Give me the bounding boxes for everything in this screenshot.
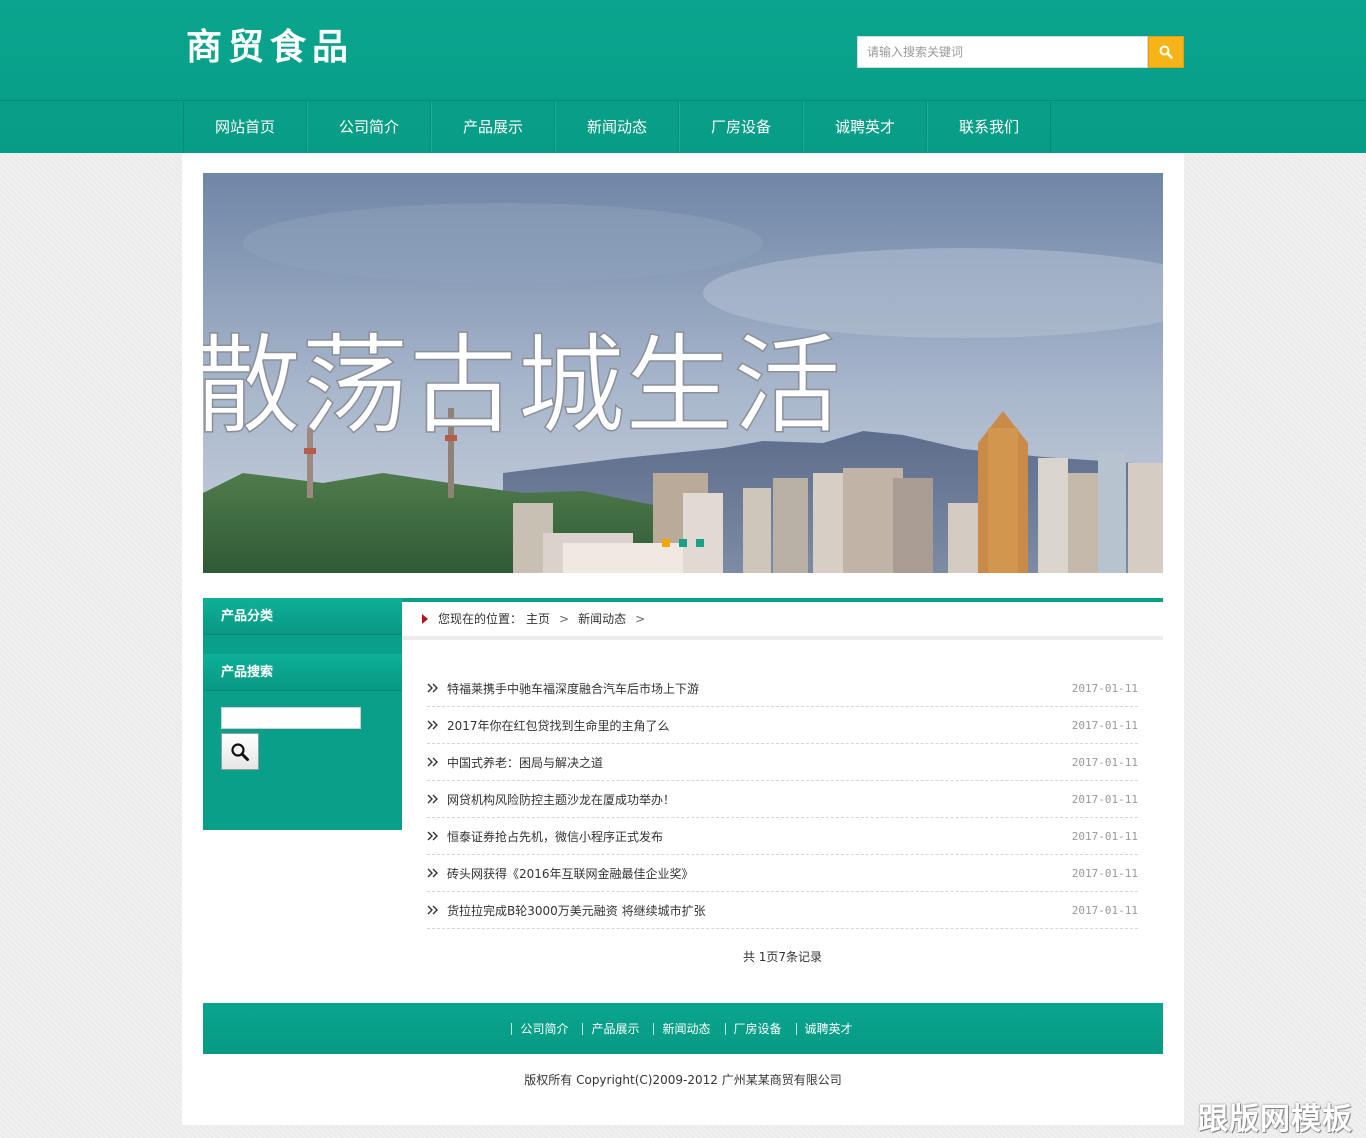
news-date: 2017-01-11: [1071, 829, 1138, 843]
news-date: 2017-01-11: [1071, 792, 1138, 806]
footer-link-equipment[interactable]: 厂房设备: [724, 1022, 790, 1035]
site-logo[interactable]: 商贸食品: [186, 24, 354, 70]
breadcrumb-home[interactable]: 主页: [526, 602, 550, 636]
news-item: 砖头网获得《2016年互联网金融最佳企业奖》 2017-01-11: [427, 855, 1138, 892]
sidebar-search-title: 产品搜索: [203, 654, 402, 691]
double-chevron-icon: [427, 794, 441, 804]
banner-headline: 散荡古城生活: [203, 324, 841, 449]
news-date: 2017-01-11: [1071, 903, 1138, 917]
news-title[interactable]: 特福莱携手中驰车福深度融合汽车后市场上下游: [447, 680, 699, 697]
breadcrumb: 您现在的位置： 主页 > 新闻动态 >: [422, 602, 654, 636]
news-list: 特福莱携手中驰车福深度融合汽车后市场上下游 2017-01-11 2017年你在…: [427, 670, 1138, 929]
header-search-button[interactable]: [1148, 36, 1184, 68]
nav-item-careers[interactable]: 诚聘英才: [803, 102, 927, 153]
news-title[interactable]: 货拉拉完成B轮3000万美元融资 将继续城市扩张: [447, 902, 706, 919]
pagination-info: 共 1页7条记录: [742, 950, 823, 964]
double-chevron-icon: [427, 905, 441, 915]
footer-nav: 公司简介 产品展示 新闻动态 厂房设备 诚聘英才: [203, 1003, 1163, 1054]
breadcrumb-separator: >: [559, 612, 570, 626]
breadcrumb-separator: >: [635, 612, 646, 626]
double-chevron-icon: [427, 831, 441, 841]
product-search-button[interactable]: [221, 733, 259, 770]
breadcrumb-news[interactable]: 新闻动态: [578, 602, 626, 636]
header-top: 商贸食品: [0, 0, 1366, 101]
banner-dot-1[interactable]: [662, 539, 670, 547]
banner-dot-2[interactable]: [679, 539, 687, 547]
banner-image: 散荡古城生活: [203, 173, 1163, 573]
news-date: 2017-01-11: [1071, 866, 1138, 880]
banner-dot-3[interactable]: [696, 539, 704, 547]
news-item: 特福莱携手中驰车福深度融合汽车后市场上下游 2017-01-11: [427, 670, 1138, 707]
news-item: 2017年你在红包贷找到生命里的主角了么 2017-01-11: [427, 707, 1138, 744]
main-content: 您现在的位置： 主页 > 新闻动态 > 特福莱携手中驰车福深度融合汽车后市场上下…: [402, 598, 1163, 998]
sidebar: 产品分类 产品搜索: [203, 598, 402, 830]
news-date: 2017-01-11: [1071, 681, 1138, 695]
news-title[interactable]: 恒泰证券抢占先机，微信小程序正式发布: [447, 828, 663, 845]
nav-item-news[interactable]: 新闻动态: [555, 102, 679, 153]
news-title[interactable]: 砖头网获得《2016年互联网金融最佳企业奖》: [447, 865, 694, 882]
double-chevron-icon: [427, 868, 441, 878]
news-item: 中国式养老：困局与解决之道 2017-01-11: [427, 744, 1138, 781]
copyright: 版权所有 Copyright(C)2009-2012 广州某某商贸有限公司: [524, 1073, 842, 1087]
product-search-input[interactable]: [221, 707, 361, 729]
double-chevron-icon: [427, 720, 441, 730]
news-title[interactable]: 2017年你在红包贷找到生命里的主角了么: [447, 717, 670, 734]
news-item: 货拉拉完成B轮3000万美元融资 将继续城市扩张 2017-01-11: [427, 892, 1138, 929]
site-header: 商贸食品 网站首页 公司简介 产品展示 新闻动态 厂房设备 诚聘英才 联系我们: [0, 0, 1366, 153]
footer-link-news[interactable]: 新闻动态: [653, 1022, 718, 1035]
news-item: 恒泰证券抢占先机，微信小程序正式发布 2017-01-11: [427, 818, 1138, 855]
nav-item-about[interactable]: 公司简介: [307, 102, 431, 153]
header-search: [857, 36, 1184, 68]
content-wrapper: 散荡古城生活 产品分类 产品搜索 您现在的位置： 主页 > 新闻动态 > 特福莱…: [182, 153, 1184, 1125]
sidebar-category-title[interactable]: 产品分类: [203, 598, 402, 635]
news-date: 2017-01-11: [1071, 755, 1138, 769]
main-nav: 网站首页 公司简介 产品展示 新闻动态 厂房设备 诚聘英才 联系我们: [183, 102, 1051, 153]
nav-item-home[interactable]: 网站首页: [183, 102, 307, 153]
news-title[interactable]: 中国式养老：困局与解决之道: [447, 754, 603, 771]
breadcrumb-prefix: 您现在的位置：: [438, 612, 523, 626]
nav-item-contact[interactable]: 联系我们: [927, 102, 1051, 153]
news-date: 2017-01-11: [1071, 718, 1138, 732]
footer-link-about[interactable]: 公司简介: [511, 1022, 576, 1035]
nav-item-equipment[interactable]: 厂房设备: [679, 102, 803, 153]
footer-link-careers[interactable]: 诚聘英才: [795, 1022, 861, 1035]
nav-item-products[interactable]: 产品展示: [431, 102, 555, 153]
watermark: 跟版网模板: [1198, 1102, 1353, 1137]
footer-link-products[interactable]: 产品展示: [582, 1022, 647, 1035]
header-search-input[interactable]: [857, 36, 1148, 68]
banner-slideshow[interactable]: 散荡古城生活: [203, 173, 1163, 573]
breadcrumb-arrow-icon: [422, 614, 428, 624]
search-icon: [231, 742, 249, 761]
double-chevron-icon: [427, 683, 441, 693]
search-icon: [1159, 45, 1173, 59]
news-item: 网贷机构风险防控主题沙龙在厦成功举办！ 2017-01-11: [427, 781, 1138, 818]
banner-dots: [662, 539, 704, 547]
double-chevron-icon: [427, 757, 441, 767]
breadcrumb-bar: 您现在的位置： 主页 > 新闻动态 >: [402, 598, 1163, 640]
news-title[interactable]: 网贷机构风险防控主题沙龙在厦成功举办！: [447, 791, 675, 808]
